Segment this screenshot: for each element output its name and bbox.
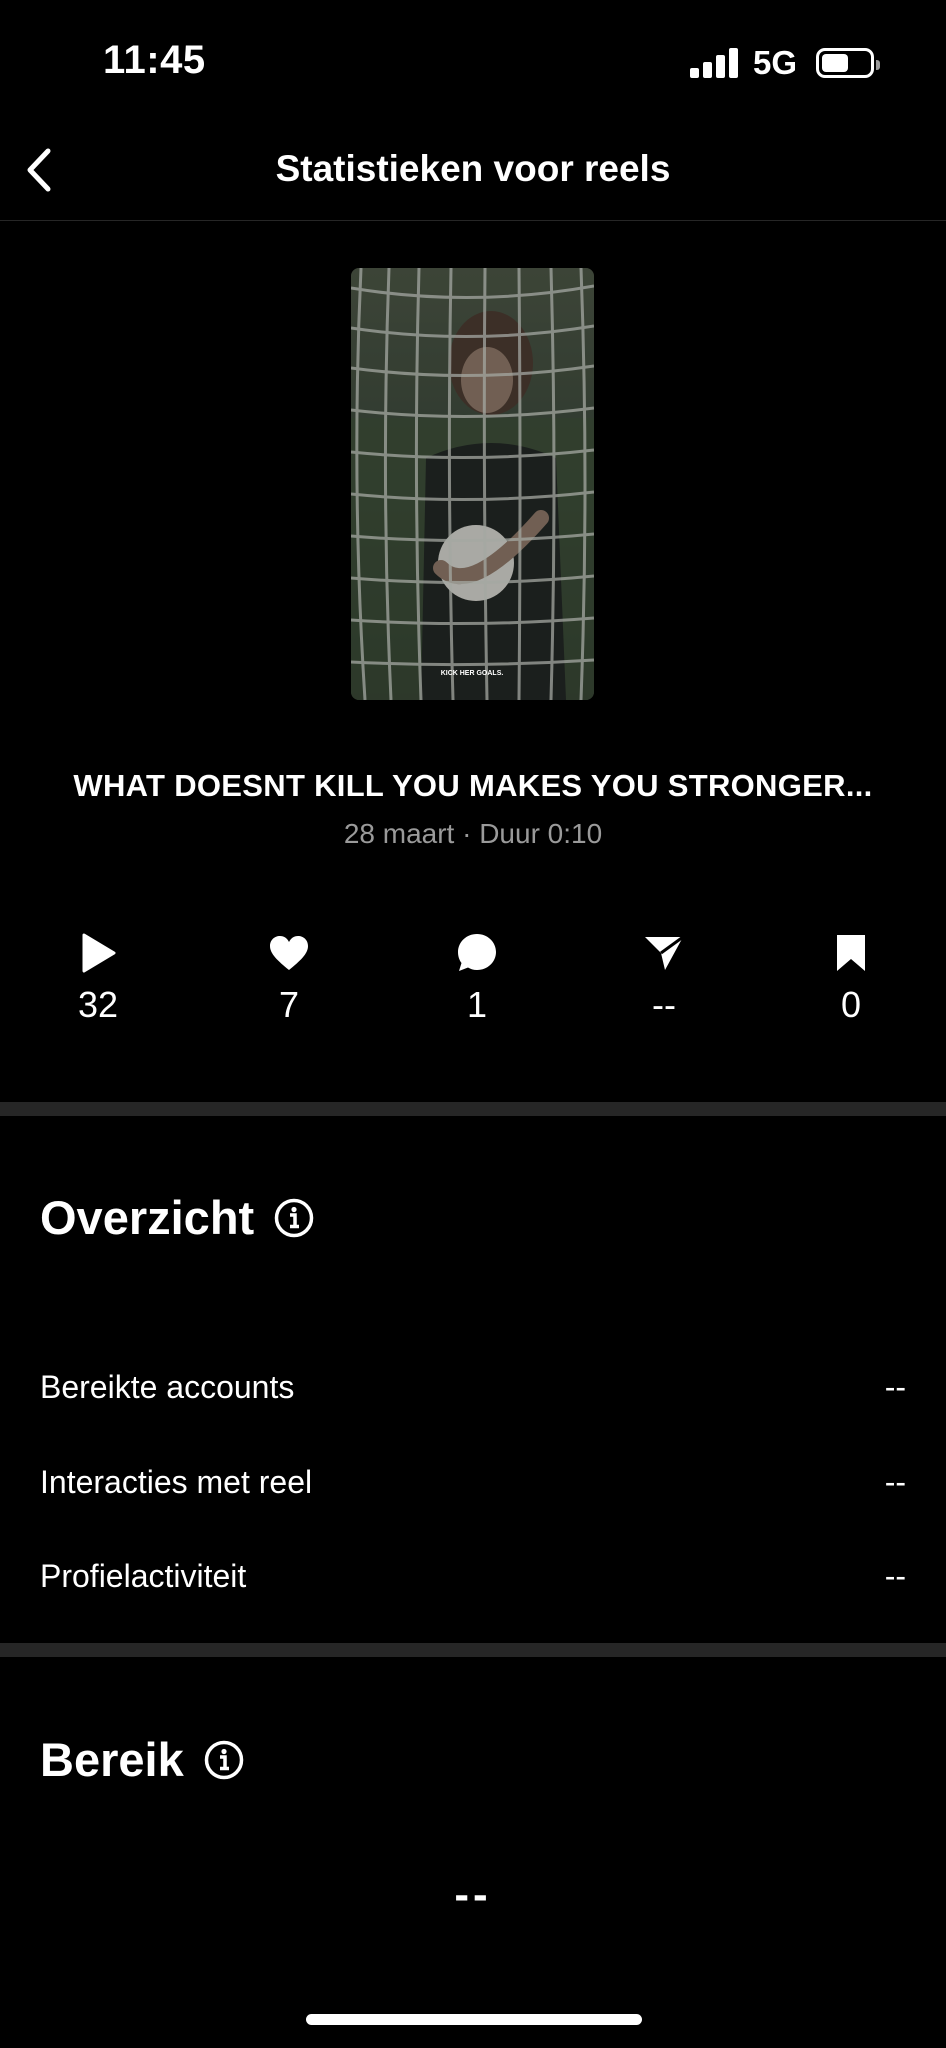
reel-thumbnail[interactable]: KICK HER GOALS. — [351, 268, 594, 700]
metrics-row: 32 7 1 -- 0 — [0, 930, 946, 1040]
overview-title: Overzicht — [40, 1191, 255, 1244]
home-indicator[interactable] — [306, 2014, 642, 2025]
overview-row-interactions[interactable]: Interacties met reel -- — [40, 1452, 906, 1512]
overview-row-accounts-reached[interactable]: Bereikte accounts -- — [40, 1357, 906, 1417]
page-title: Statistieken voor reels — [275, 148, 671, 189]
row-value: -- — [884, 1463, 906, 1500]
reach-info-button[interactable] — [204, 1740, 244, 1780]
metric-value: -- — [652, 984, 676, 1025]
status-time: 11:45 — [103, 38, 206, 82]
section-divider — [0, 1102, 946, 1116]
row-label: Bereikte accounts — [40, 1368, 295, 1405]
reach-section-title: Bereik — [40, 1732, 244, 1787]
heart-icon — [270, 936, 308, 970]
row-value: -- — [884, 1557, 906, 1594]
network-type: 5G — [753, 44, 798, 81]
thumbnail-caption: KICK HER GOALS. — [441, 670, 504, 677]
metric-likes: 7 — [229, 930, 349, 1026]
metric-saves: 0 — [791, 930, 911, 1026]
row-label: Interacties met reel — [40, 1463, 313, 1500]
metric-plays: 32 — [38, 930, 158, 1026]
play-icon — [82, 933, 116, 973]
reach-value: -- — [454, 1870, 492, 1919]
info-icon — [274, 1198, 314, 1237]
overview-section-title: Overzicht — [40, 1190, 314, 1245]
section-divider — [0, 1643, 946, 1657]
overview-info-button[interactable] — [274, 1198, 314, 1238]
bookmark-icon — [837, 935, 865, 971]
metric-value: 1 — [466, 984, 488, 1025]
nav-bar: Statistieken voor reels — [0, 120, 946, 221]
metric-shares: -- — [604, 930, 724, 1026]
metric-value: 7 — [278, 984, 300, 1025]
row-label: Profielactiviteit — [40, 1557, 247, 1594]
metric-value: 32 — [77, 984, 119, 1025]
row-value: -- — [884, 1368, 906, 1405]
overview-row-profile-activity[interactable]: Profielactiviteit -- — [40, 1546, 906, 1606]
status-bar: 11:45 5G — [0, 0, 946, 120]
info-icon — [204, 1740, 243, 1779]
reel-meta: 28 maart · Duur 0:10 — [343, 818, 603, 849]
send-icon — [645, 935, 684, 970]
battery-icon — [816, 48, 880, 78]
signal-icon — [690, 48, 740, 78]
comment-icon — [458, 934, 496, 971]
metric-value: 0 — [840, 984, 862, 1025]
reach-title: Bereik — [40, 1733, 184, 1786]
reel-title: WHAT DOESNT KILL YOU MAKES YOU STRONGER.… — [73, 768, 873, 803]
metric-comments: 1 — [417, 930, 537, 1026]
